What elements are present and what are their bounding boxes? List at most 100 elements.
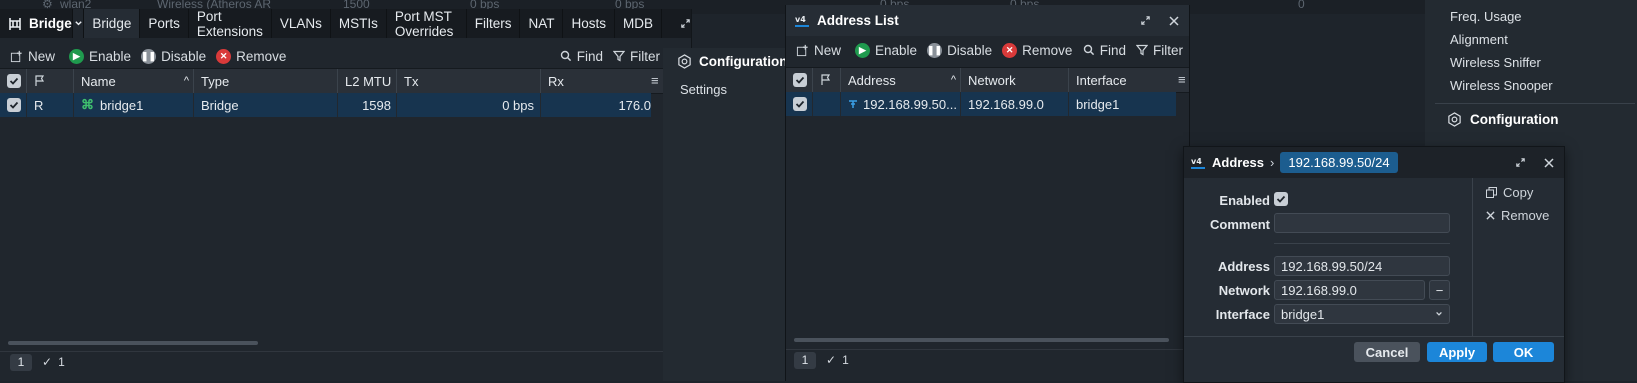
new-button[interactable]: New [796, 43, 841, 58]
tab-mstis[interactable]: MSTIs [331, 9, 387, 38]
address-list-titlebar: v4 Address List [786, 5, 1189, 36]
select-all-checkbox[interactable] [786, 68, 813, 92]
row-flag: R [27, 93, 74, 117]
tab-vlans[interactable]: VLANs [272, 9, 331, 38]
tab-port-extensions[interactable]: Port Extensions [189, 9, 272, 39]
wireless-sniffer-link[interactable]: Wireless Sniffer [1450, 55, 1541, 70]
dialog-labels: Enabled Comment Address Network Interfac… [1184, 183, 1270, 373]
alignment-link[interactable]: Alignment [1450, 32, 1508, 47]
column-header-name[interactable]: Name ^ [74, 69, 194, 93]
tab-ports[interactable]: Ports [140, 9, 189, 38]
ok-button[interactable]: OK [1493, 342, 1554, 362]
tab-port-mst-overrides[interactable]: Port MST Overrides [387, 9, 467, 39]
play-icon: ▶ [69, 48, 85, 64]
column-header-tx[interactable]: Tx [397, 69, 541, 93]
column-header-type[interactable]: Type [194, 69, 338, 93]
enabled-label: Enabled [1219, 193, 1270, 208]
row-checkbox[interactable] [786, 92, 813, 116]
horizontal-scrollbar[interactable] [8, 341, 258, 345]
network-field[interactable]: 192.168.99.0 [1274, 280, 1425, 300]
wireless-snooper-link[interactable]: Wireless Snooper [1450, 78, 1553, 93]
gear-icon [1447, 112, 1462, 127]
search-icon [560, 50, 572, 62]
ipv4-icon: v4 [794, 13, 810, 29]
new-button[interactable]: New [10, 49, 55, 64]
search-icon [1083, 44, 1095, 56]
settings-link[interactable]: Settings [680, 82, 727, 97]
checkbox-icon [793, 97, 807, 111]
flag-icon [820, 74, 831, 86]
row-count: 1 [842, 353, 849, 367]
bridge-tab-bar: Bridge Bridge Ports Port Extensions VLAN… [0, 9, 691, 39]
select-all-checkbox[interactable] [0, 69, 27, 93]
remove-x-icon: ✕ [216, 48, 232, 64]
disable-button[interactable]: ❚❚ Disable [141, 48, 206, 64]
network-remove-button[interactable]: − [1429, 280, 1450, 300]
enable-button[interactable]: ▶ Enable [69, 48, 131, 64]
column-header-address[interactable]: Address ^ [841, 68, 961, 92]
tab-mdb[interactable]: MDB [615, 9, 662, 38]
tab-bridge[interactable]: Bridge [84, 9, 141, 38]
find-button[interactable]: Find [560, 49, 603, 64]
breadcrumb-separator: › [1270, 155, 1275, 170]
filter-button[interactable]: Filter [613, 49, 660, 64]
column-menu-icon[interactable]: ≡ [651, 73, 659, 88]
bridge-iface-icon: ⌘ [81, 97, 94, 112]
column-header-l2mtu[interactable]: L2 MTU [338, 69, 397, 93]
column-header-rx[interactable]: Rx [541, 69, 663, 93]
minus-icon: − [1435, 282, 1444, 298]
apply-button[interactable]: Apply [1427, 342, 1487, 362]
bg-count: 0 [1298, 0, 1305, 11]
breadcrumb-root[interactable]: Address [1212, 155, 1264, 170]
dialog-remove-button[interactable]: Remove [1486, 208, 1549, 223]
column-header-interface[interactable]: Interface [1069, 68, 1177, 92]
close-icon[interactable] [1544, 157, 1554, 168]
tab-hosts[interactable]: Hosts [563, 9, 615, 38]
copy-button[interactable]: Copy [1486, 185, 1533, 200]
tab-nat[interactable]: NAT [520, 9, 564, 38]
page-number: 1 [794, 351, 816, 369]
tab-filters[interactable]: Filters [467, 9, 521, 38]
remove-button[interactable]: ✕ Remove [216, 48, 286, 64]
bridge-table-header: Name ^ Type L2 MTU Tx Rx ≡ [0, 68, 663, 94]
ipv4-icon: v4 [1190, 155, 1206, 171]
restore-icon[interactable] [1140, 15, 1151, 26]
table-row[interactable]: 192.168.99.50... 192.168.99.0 bridge1 [786, 92, 1176, 116]
comment-field[interactable] [1274, 213, 1450, 233]
table-row[interactable]: R ⌘ bridge1 Bridge 1598 0 bps 176.0 [0, 93, 651, 117]
checkbox-icon [7, 74, 21, 88]
row-type: Bridge [194, 93, 338, 117]
find-button[interactable]: Find [1083, 43, 1126, 58]
close-icon [1486, 211, 1495, 220]
row-checkbox[interactable] [0, 93, 27, 117]
close-icon[interactable] [1169, 15, 1179, 26]
interface-select[interactable]: bridge1 [1274, 304, 1450, 324]
address-label: Address [1217, 259, 1270, 274]
column-menu-icon[interactable]: ≡ [1178, 72, 1186, 87]
address-table-header: Address ^ Network Interface ≡ [786, 67, 1189, 93]
column-header-network[interactable]: Network [961, 68, 1069, 92]
freq-usage-link[interactable]: Freq. Usage [1450, 9, 1522, 24]
copy-icon [1486, 187, 1497, 198]
flag-column-header[interactable] [813, 68, 841, 92]
divider [1274, 243, 1450, 244]
bridge-window: Bridge Bridge Ports Port Extensions VLAN… [0, 9, 692, 381]
restore-icon[interactable] [1515, 157, 1526, 168]
tab-overflow-chevron-icon[interactable] [72, 9, 85, 38]
enable-button[interactable]: ▶ Enable [855, 42, 917, 58]
comment-label: Comment [1210, 217, 1270, 232]
cancel-button[interactable]: Cancel [1354, 342, 1420, 362]
divider [1472, 178, 1473, 336]
enabled-checkbox[interactable] [1274, 192, 1288, 206]
horizontal-scrollbar[interactable] [794, 338, 1169, 342]
page-number: 1 [10, 353, 32, 371]
address-field[interactable]: 192.168.99.50/24 [1274, 256, 1450, 276]
disable-button[interactable]: ❚❚ Disable [927, 42, 992, 58]
restore-icon[interactable] [680, 18, 691, 29]
filter-button[interactable]: Filter [1136, 43, 1183, 58]
row-count: 1 [58, 355, 65, 369]
interface-label: Interface [1215, 307, 1270, 322]
right-configuration-header: Configuration [1447, 112, 1558, 127]
flag-column-header[interactable] [27, 69, 74, 93]
remove-button[interactable]: ✕ Remove [1002, 42, 1072, 58]
